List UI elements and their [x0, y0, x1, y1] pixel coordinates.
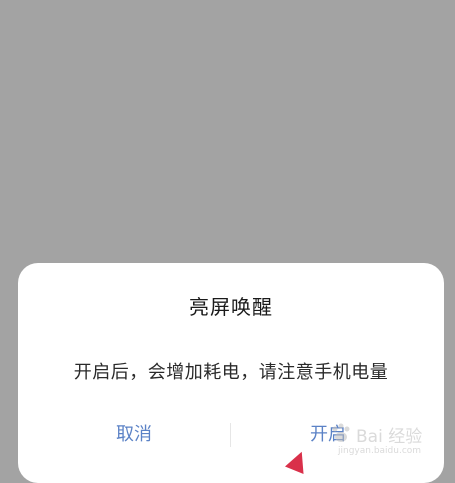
baidu-watermark: Bai 经验 jingyan.baidu.com: [330, 420, 448, 460]
dialog-message: 开启后，会增加耗电，请注意手机电量: [73, 362, 389, 383]
watermark-brand: Bai 经验: [356, 427, 423, 447]
paw-icon: [332, 423, 350, 442]
watermark-url: jingyan.baidu.com: [338, 446, 422, 456]
cancel-button[interactable]: 取消: [34, 415, 234, 455]
dialog-title: 亮屏唤醒: [189, 295, 273, 319]
